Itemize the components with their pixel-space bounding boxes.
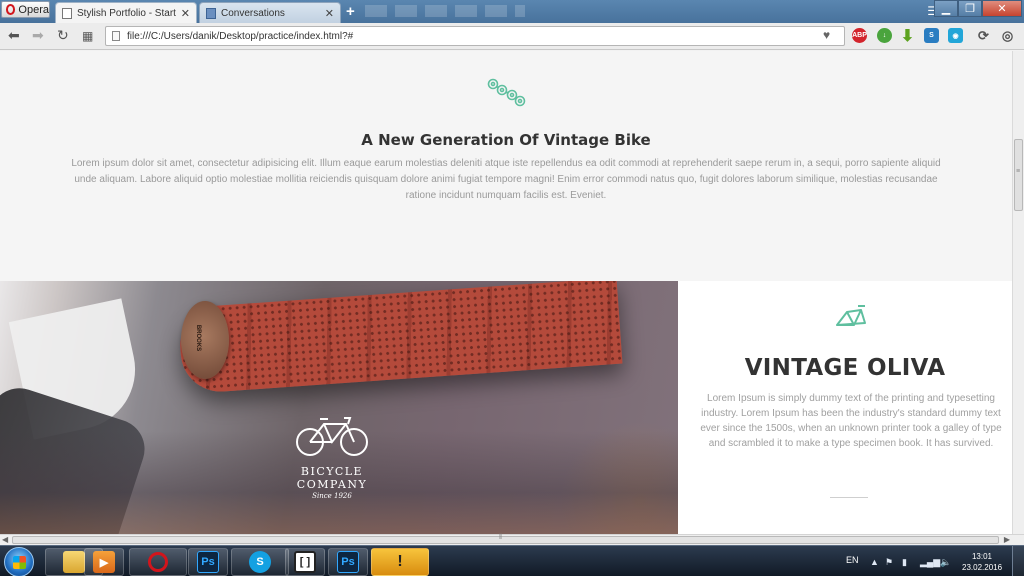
- window-controls: ▁ ❐ ✕: [934, 0, 1022, 17]
- tab-stylish-portfolio[interactable]: Stylish Portfolio - Start Bo ✕: [55, 2, 197, 23]
- opera-menu-label: Opera: [18, 3, 49, 16]
- network-icon[interactable]: ▂▄▆: [920, 557, 940, 568]
- reload-icon[interactable]: ↻: [57, 27, 69, 44]
- taskbar-skype[interactable]: S: [231, 548, 289, 576]
- bike-chain-icon: [487, 78, 526, 107]
- speed-dial-icon[interactable]: ▦: [82, 29, 93, 43]
- vertical-scroll-thumb[interactable]: ≡: [1014, 139, 1023, 211]
- skype-icon: S: [249, 551, 271, 573]
- page-favicon-icon: [62, 7, 72, 19]
- language-indicator[interactable]: EN: [846, 555, 859, 565]
- logo-since: Since 1926: [312, 492, 352, 500]
- address-bar[interactable]: file:///C:/Users/danik/Desktop/practice/…: [105, 26, 845, 46]
- system-tray: EN ▲ ⚑ ▮ ▂▄▆ 🔈 13:01 23.02.2016: [840, 546, 1024, 576]
- back-arrow-icon[interactable]: ⬅: [8, 27, 20, 44]
- vertical-scrollbar[interactable]: ≡: [1012, 51, 1024, 534]
- chat-favicon-icon: [206, 7, 216, 19]
- opera-logo-icon: [6, 4, 16, 15]
- blue-extension-icon[interactable]: ◉: [948, 28, 963, 43]
- photoshop-icon: Ps: [337, 551, 359, 573]
- background-tab-strip: [365, 5, 525, 17]
- download-extension-icon[interactable]: ↓: [877, 28, 892, 43]
- logo-line-1: BICYCLE: [300, 465, 364, 478]
- bike-frame-icon: [836, 305, 866, 326]
- address-text: file:///C:/Users/danik/Desktop/practice/…: [127, 30, 354, 42]
- user-icon[interactable]: ◎: [1000, 28, 1015, 43]
- horizontal-scroll-thumb[interactable]: ⦀: [12, 534, 999, 544]
- intro-title: A New Generation Of Vintage Bike: [361, 131, 651, 149]
- media-player-icon: ▶: [93, 551, 115, 573]
- brackets-icon: [ ]: [294, 551, 316, 573]
- taskbar-warning[interactable]: !: [371, 548, 429, 576]
- tab-label: Conversations: [221, 7, 285, 19]
- forward-arrow-icon[interactable]: ➡: [32, 27, 44, 44]
- taskbar-photoshop-2[interactable]: Ps: [328, 548, 368, 576]
- close-window-button[interactable]: ✕: [982, 0, 1022, 17]
- flag-icon[interactable]: ⚑: [885, 557, 893, 568]
- update-icon[interactable]: ⟳: [976, 28, 991, 43]
- new-tab-button[interactable]: +: [346, 3, 355, 20]
- warning-icon: !: [397, 553, 403, 570]
- scroll-left-icon[interactable]: ◀: [2, 535, 8, 544]
- show-desktop-button[interactable]: [1012, 546, 1024, 576]
- bookmark-heart-icon[interactable]: ♥: [823, 28, 830, 42]
- adblock-icon[interactable]: ABP: [852, 28, 867, 43]
- feature-title: VINTAGE OLIVA: [744, 355, 946, 381]
- opera-menu-button[interactable]: Opera: [1, 1, 50, 18]
- s-extension-icon[interactable]: S: [924, 28, 939, 43]
- logo-line-2: COMPANY: [296, 478, 368, 491]
- green-arrow-icon[interactable]: ⬇: [900, 28, 915, 45]
- clock-date: 23.02.2016: [962, 563, 1003, 572]
- tab-close-icon[interactable]: ✕: [181, 7, 190, 20]
- screen: Opera Stylish Portfolio - Start Bo ✕ Con…: [0, 0, 1024, 576]
- feature-text: Lorem Ipsum is simply dummy text of the …: [700, 393, 1002, 449]
- taskbar-photoshop[interactable]: Ps: [188, 548, 228, 576]
- start-button[interactable]: [4, 547, 34, 576]
- taskbar-media-player[interactable]: ▶: [84, 548, 124, 576]
- taskbar-opera[interactable]: [129, 548, 187, 576]
- windows-taskbar: ▶ Ps S [ ] Ps ! EN ▲ ⚑ ▮ ▂▄▆ 🔈 13:01 23.…: [0, 545, 1024, 576]
- battery-icon[interactable]: ▮: [902, 557, 907, 568]
- bicycle-icon: [296, 417, 368, 456]
- taskbar-brackets[interactable]: [ ]: [285, 548, 325, 576]
- maximize-button[interactable]: ❐: [958, 0, 982, 17]
- minimize-button[interactable]: ▁: [934, 0, 958, 17]
- tab-label: Stylish Portfolio - Start Bo: [77, 7, 176, 19]
- intro-text: Lorem ipsum dolor sit amet, consectetur …: [71, 158, 941, 201]
- page-icon: [112, 31, 120, 41]
- intro-section: A New Generation Of Vintage Bike Lorem i…: [0, 51, 1012, 281]
- opera-icon: [148, 552, 168, 572]
- tray-expand-icon[interactable]: ▲: [870, 557, 879, 567]
- bicycle-company-logo: BICYCLE COMPANY Since 1926: [290, 414, 374, 500]
- browser-toolbar: ⬅ ➡ ↻ ▦ file:///C:/Users/danik/Desktop/p…: [0, 23, 1024, 50]
- divider: [830, 497, 868, 498]
- scroll-right-icon[interactable]: ▶: [1004, 535, 1010, 544]
- clock[interactable]: 13:01 23.02.2016: [962, 551, 1002, 573]
- volume-icon[interactable]: 🔈: [940, 557, 951, 568]
- tab-close-icon[interactable]: ✕: [325, 7, 334, 20]
- page-viewport: A New Generation Of Vintage Bike Lorem i…: [0, 51, 1012, 534]
- hero-image: BROOKS BICYCLE COMPANY Since 1926: [0, 281, 678, 534]
- grip-end-cap: BROOKS: [181, 301, 229, 379]
- tab-conversations[interactable]: Conversations ✕: [199, 2, 341, 23]
- photoshop-icon: Ps: [197, 551, 219, 573]
- clock-time: 13:01: [971, 552, 993, 561]
- horizontal-scrollbar[interactable]: ◀ ⦀ ▶: [0, 534, 1024, 545]
- feature-panel: VINTAGE OLIVA Lorem Ipsum is simply dumm…: [678, 281, 1012, 534]
- folder-icon: [63, 551, 85, 573]
- browser-title-bar: Opera Stylish Portfolio - Start Bo ✕ Con…: [0, 0, 1024, 23]
- grip-brand: BROOKS: [195, 324, 202, 352]
